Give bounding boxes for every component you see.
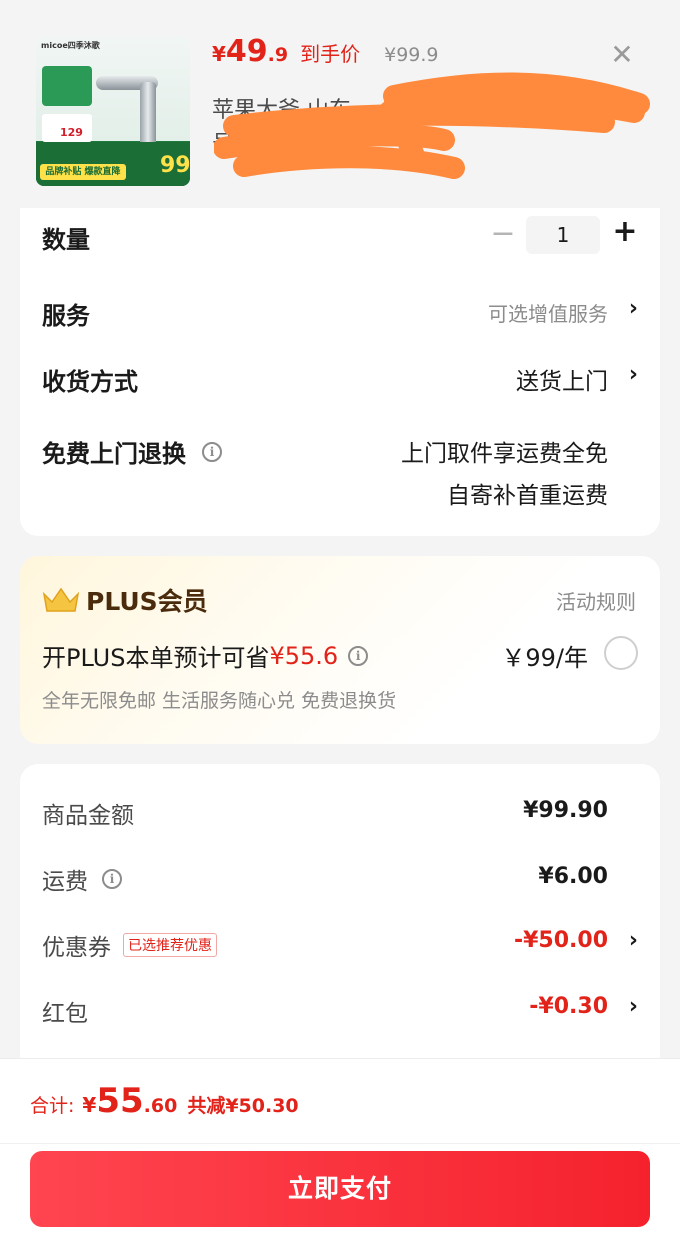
- chevron-right-icon: ›: [628, 928, 638, 953]
- quantity-input[interactable]: 1: [526, 216, 600, 254]
- plus-select-radio[interactable]: [604, 636, 638, 670]
- total-label: 合计:: [30, 1095, 75, 1117]
- product-thumbnail[interactable]: micoe四季沐歌 129 品牌补贴 爆款直降 99: [36, 36, 190, 186]
- thumb-price-tag: 129: [42, 114, 92, 142]
- thumb-brand: micoe四季沐歌: [41, 41, 100, 50]
- final-price-dec: .9: [267, 44, 289, 66]
- thumb-big-price: 99: [160, 153, 190, 178]
- close-button[interactable]: ✕: [604, 36, 640, 72]
- coupon-label-group: 优惠券 已选推荐优惠: [42, 928, 217, 962]
- chevron-right-icon: ›: [628, 296, 638, 321]
- goods-amount-value: ¥99.90: [523, 798, 608, 823]
- chevron-right-icon: ›: [628, 994, 638, 1019]
- product-header: micoe四季沐歌 129 品牌补贴 爆款直降 99 ¥49.9 到手价 ¥99…: [0, 0, 680, 208]
- shipping-value: ¥6.00: [538, 864, 608, 889]
- address-line-1: 苹果大爷 山东: [212, 98, 351, 123]
- thumb-house-graphic: [42, 66, 92, 106]
- plus-rules-link[interactable]: 活动规则: [556, 586, 636, 615]
- delivery-method-value: 送货上门: [516, 369, 608, 395]
- coupon-badge: 已选推荐优惠: [123, 933, 217, 957]
- delivery-address[interactable]: 苹果大爷 山东 号 ›: [212, 94, 652, 162]
- final-price-yen: ¥: [212, 42, 226, 66]
- plus-membership-card: PLUS会员 活动规则 开PLUS本单预计可省 ¥55.6 i ￥99/年 全年无…: [20, 556, 660, 744]
- shipping-label-group: 运费 i: [42, 862, 122, 896]
- coupon-label: 优惠券: [42, 935, 111, 961]
- info-icon[interactable]: i: [102, 869, 122, 889]
- total-line: 合计: ¥55.60 共减¥50.30: [30, 1081, 299, 1121]
- price-summary-card: 商品金额 ¥99.90 运费 i ¥6.00 优惠券 已选推荐优惠 -¥50.0…: [20, 764, 660, 1084]
- service-value: 可选增值服务: [488, 302, 608, 326]
- thumb-tag-price: 129: [60, 126, 83, 139]
- quantity-increase-button[interactable]: +: [610, 217, 640, 248]
- plus-price: ￥99/年: [501, 644, 588, 672]
- thumb-strip-label: 品牌补贴 爆款直降: [40, 164, 126, 180]
- free-return-label: 免费上门退换: [42, 440, 186, 468]
- plus-benefits: 全年无限免邮 生活服务随心兑 免费退换货: [42, 690, 397, 712]
- close-icon: ✕: [610, 37, 634, 71]
- final-price-int: 49: [225, 34, 268, 69]
- price-line: ¥49.9 到手价 ¥99.9: [212, 34, 439, 70]
- total-int: 55: [96, 1081, 144, 1121]
- total-yen: ¥: [82, 1093, 97, 1117]
- redpacket-label: 红包: [42, 1001, 88, 1027]
- free-return-label-group: 免费上门退换 i: [42, 434, 222, 469]
- divider: [0, 1143, 680, 1144]
- chevron-right-icon: ›: [628, 362, 638, 387]
- plus-title-text: PLUS会员: [86, 587, 208, 616]
- coupon-value: -¥50.00: [513, 928, 608, 953]
- chevron-right-icon: ›: [624, 98, 633, 123]
- info-icon[interactable]: i: [202, 441, 222, 462]
- delivery-method-label: 收货方式: [42, 368, 138, 396]
- free-return-value-1: 上门取件享运费全免: [401, 441, 608, 467]
- plus-save-line: 开PLUS本单预计可省 ¥55.6 i: [42, 638, 369, 673]
- crown-icon: [42, 587, 80, 612]
- shipping-label: 运费: [42, 869, 88, 895]
- final-price-label: 到手价: [300, 42, 361, 66]
- original-price: ¥99.9: [384, 44, 439, 66]
- address-line-2: 号: [212, 132, 235, 157]
- plus-title: PLUS会员: [42, 582, 208, 618]
- checkout-sheet: micoe四季沐歌 129 品牌补贴 爆款直降 99 ¥49.9 到手价 ¥99…: [0, 0, 680, 1238]
- quantity-decrease-button[interactable]: −: [488, 219, 518, 250]
- final-price: ¥49.9: [212, 34, 288, 69]
- order-options-card: 数量 − 1 + 服务 可选增值服务 › 收货方式 送货上门 › 免费上门退换 …: [20, 208, 660, 536]
- info-icon[interactable]: i: [348, 645, 369, 666]
- redpacket-value: -¥0.30: [529, 994, 608, 1019]
- goods-amount-label: 商品金额: [42, 803, 134, 829]
- plus-save-amount: ¥55.6: [269, 641, 339, 670]
- checkout-bottom-bar: 合计: ¥55.60 共减¥50.30 立即支付: [0, 1058, 680, 1238]
- service-label: 服务: [42, 302, 90, 330]
- quantity-label: 数量: [42, 226, 90, 254]
- total-dec: .60: [143, 1095, 178, 1117]
- plus-save-prefix: 开PLUS本单预计可省: [42, 644, 270, 672]
- pay-now-button[interactable]: 立即支付: [30, 1151, 650, 1227]
- free-return-value-2: 自寄补首重运费: [447, 483, 608, 509]
- total-reduce: 共减¥50.30: [187, 1095, 299, 1117]
